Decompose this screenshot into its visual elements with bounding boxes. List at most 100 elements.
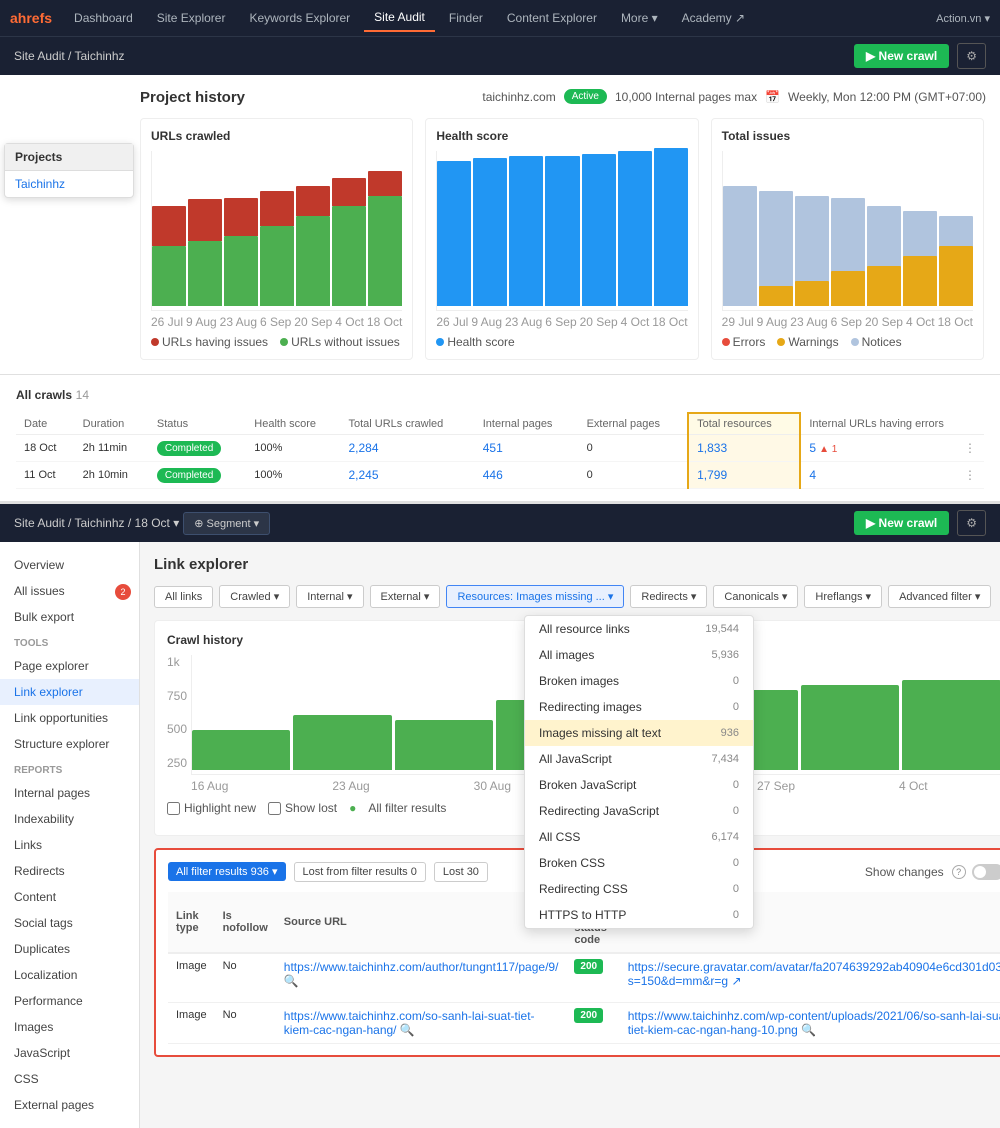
row1-external: 0 <box>579 435 689 462</box>
sidebar-item-content[interactable]: Content <box>0 884 139 910</box>
dropdown-all-css[interactable]: All CSS 6,174 <box>525 824 753 850</box>
sidebar-item-performance[interactable]: Performance <box>0 988 139 1014</box>
dropdown-broken-javascript[interactable]: Broken JavaScript 0 <box>525 772 753 798</box>
row2-errors: 4 ⋮ <box>800 462 984 489</box>
filter-bar[interactable]: All links Crawled ▾ Internal ▾ External … <box>154 585 1000 608</box>
row2-link-type: Image <box>168 1003 215 1044</box>
crawl-bar <box>902 680 1000 770</box>
project-status-badge: Active <box>564 89 607 104</box>
dropdown-broken-css[interactable]: Broken CSS 0 <box>525 850 753 876</box>
audit-bar-2: Site Audit / Taichinhz / 18 Oct ▾ ⊕ Segm… <box>0 504 1000 542</box>
crawl-bar <box>395 720 493 770</box>
show-changes-toggle[interactable] <box>972 864 1000 880</box>
nav-site-audit[interactable]: Site Audit <box>364 4 435 32</box>
row2-status: Completed <box>149 462 246 489</box>
filter-results-dot: ● <box>349 801 356 815</box>
sidebar-item-images[interactable]: Images <box>0 1014 139 1040</box>
dropdown-broken-images[interactable]: Broken images 0 <box>525 668 753 694</box>
table-row: 18 Oct 2h 11min Completed 100% 2,284 451… <box>16 435 984 462</box>
sidebar-item-duplicates[interactable]: Duplicates <box>0 936 139 962</box>
highlight-new-label[interactable]: Highlight new <box>167 801 256 815</box>
highlight-new-checkbox[interactable] <box>167 802 180 815</box>
sidebar-item-redirects[interactable]: Redirects <box>0 858 139 884</box>
sidebar-item-indexability[interactable]: Indexability <box>0 806 139 832</box>
page-title: Link explorer <box>154 556 1000 573</box>
sidebar-reports-section: Reports <box>0 757 139 780</box>
sidebar-item-overview[interactable]: Overview <box>0 552 139 578</box>
dropdown-redirecting-images[interactable]: Redirecting images 0 <box>525 694 753 720</box>
dropdown-all-javascript[interactable]: All JavaScript 7,434 <box>525 746 753 772</box>
filter-hreflangs[interactable]: Hreflangs ▾ <box>804 585 882 608</box>
sidebar-item-social-tags[interactable]: Social tags <box>0 910 139 936</box>
filter-resources[interactable]: Resources: Images missing ... ▾ <box>446 585 624 608</box>
project-item[interactable]: Taichinhz <box>5 171 133 197</box>
sidebar-item-javascript[interactable]: JavaScript <box>0 1040 139 1066</box>
nav-site-explorer[interactable]: Site Explorer <box>147 5 236 31</box>
new-crawl-button-2[interactable]: ▶ New crawl <box>854 511 949 535</box>
health-score-labels: 26 Jul9 Aug23 Aug6 Sep20 Sep4 Oct18 Oct <box>436 315 687 329</box>
nav-content-explorer[interactable]: Content Explorer <box>497 5 607 31</box>
row-menu-icon[interactable]: ⋮ <box>964 441 976 455</box>
sidebar-item-all-issues[interactable]: All issues 2 <box>0 578 139 604</box>
filter-canonicals[interactable]: Canonicals ▾ <box>713 585 798 608</box>
row2-target-url: https://www.taichinhz.com/wp-content/upl… <box>620 1003 1000 1044</box>
project-schedule: Weekly, Mon 12:00 PM (GMT+07:00) <box>788 90 986 104</box>
segment-button[interactable]: ⊕ Segment ▾ <box>183 512 270 535</box>
dropdown-all-images[interactable]: All images 5,936 <box>525 642 753 668</box>
crawl-bar <box>192 730 290 770</box>
filter-all-links[interactable]: All links <box>154 586 213 608</box>
info-icon: ? <box>952 865 966 879</box>
row2-source-status: 200 <box>566 1003 619 1044</box>
dropdown-https-to-http[interactable]: HTTPS to HTTP 0 <box>525 902 753 928</box>
row-menu-icon[interactable]: ⋮ <box>964 468 976 482</box>
row1-nofollow: No <box>215 953 276 1003</box>
sidebar-item-link-explorer[interactable]: Link explorer <box>0 679 139 705</box>
show-lost-label[interactable]: Show lost <box>268 801 337 815</box>
row2-health: 100% <box>246 462 340 489</box>
nav-dashboard[interactable]: Dashboard <box>64 5 143 31</box>
settings-button[interactable]: ⚙ <box>957 43 986 69</box>
sidebar-item-internal-pages[interactable]: Internal pages <box>0 780 139 806</box>
col-health: Health score <box>246 413 340 435</box>
dropdown-redirecting-javascript[interactable]: Redirecting JavaScript 0 <box>525 798 753 824</box>
sidebar-item-localization[interactable]: Localization <box>0 962 139 988</box>
filter-advanced[interactable]: Advanced filter ▾ <box>888 585 991 608</box>
projects-header: Projects <box>5 144 133 171</box>
all-filter-results-tag[interactable]: All filter results 936 ▾ <box>168 862 286 881</box>
nav-academy[interactable]: Academy ↗ <box>672 5 755 31</box>
nav-keywords-explorer[interactable]: Keywords Explorer <box>239 5 360 31</box>
new-crawl-button[interactable]: ▶ New crawl <box>854 44 949 68</box>
total-issues-title: Total issues <box>722 129 973 143</box>
filter-external[interactable]: External ▾ <box>370 585 441 608</box>
dropdown-all-resource-links[interactable]: All resource links 19,544 <box>525 616 753 642</box>
urls-crawled-legend: URLs having issues URLs without issues <box>151 335 402 349</box>
row1-source-status: 200 <box>566 953 619 1003</box>
dropdown-redirecting-css[interactable]: Redirecting CSS 0 <box>525 876 753 902</box>
filter-crawled[interactable]: Crawled ▾ <box>219 585 290 608</box>
sidebar-item-page-explorer[interactable]: Page explorer <box>0 653 139 679</box>
nav-finder[interactable]: Finder <box>439 5 493 31</box>
health-score-chart: Health score 26 Jul9 Aug23 Aug6 Sep20 Se… <box>425 118 698 360</box>
sidebar-item-link-opportunities[interactable]: Link opportunities <box>0 705 139 731</box>
dropdown-images-missing-alt[interactable]: Images missing alt text 936 <box>525 720 753 746</box>
lost-30-tag[interactable]: Lost 30 <box>434 862 488 882</box>
filter-internal[interactable]: Internal ▾ <box>296 585 363 608</box>
account-menu[interactable]: Action.vn ▾ <box>936 12 990 25</box>
all-crawls-title: All crawls 14 <box>16 387 984 402</box>
show-changes: Show changes ? <box>865 864 1000 880</box>
filter-redirects[interactable]: Redirects ▾ <box>630 585 707 608</box>
settings-button-2[interactable]: ⚙ <box>957 510 986 536</box>
sidebar-item-structure-explorer[interactable]: Structure explorer <box>0 731 139 757</box>
sidebar-item-css[interactable]: CSS <box>0 1066 139 1092</box>
calendar-icon: 📅 <box>765 90 780 104</box>
show-lost-checkbox[interactable] <box>268 802 281 815</box>
sidebar-item-links[interactable]: Links <box>0 832 139 858</box>
all-issues-badge: 2 <box>115 584 131 600</box>
crawls-table: Date Duration Status Health score Total … <box>16 412 984 489</box>
sidebar-item-bulk-export[interactable]: Bulk export <box>0 604 139 630</box>
sidebar-item-external-pages[interactable]: External pages <box>0 1092 139 1118</box>
th-source-url: Source URL <box>276 892 567 953</box>
nav-more[interactable]: More ▾ <box>611 5 668 31</box>
all-crawls-count: 14 <box>76 388 89 402</box>
lost-from-filter-tag[interactable]: Lost from filter results 0 <box>294 862 426 882</box>
